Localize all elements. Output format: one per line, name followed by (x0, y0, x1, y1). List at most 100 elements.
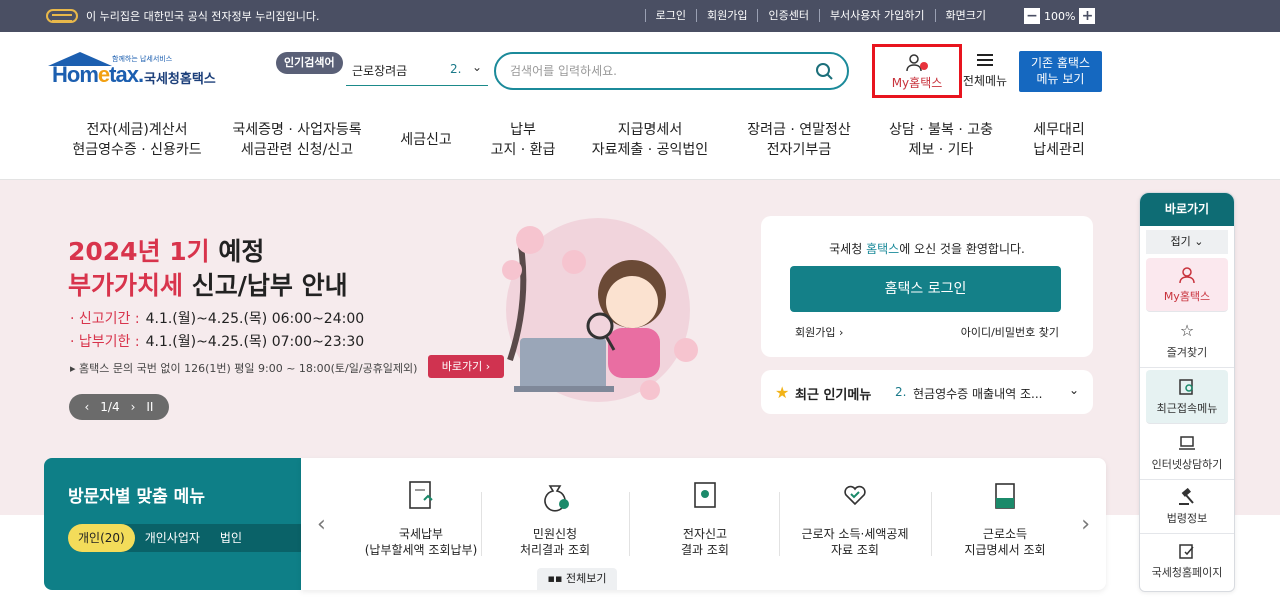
my-hometax-label: My홈택스 (891, 76, 943, 90)
top-link-cert[interactable]: 인증센터 (757, 9, 818, 22)
recent-search-icon (1179, 379, 1193, 395)
join-link[interactable]: 회원가입 › (795, 324, 843, 340)
hero-note: ▸ 홈택스 문의 국번 없이 126(1번) 평일 9:00 ~ 18:00(토… (70, 362, 418, 375)
recent-popular-menu[interactable]: ★ 최근 인기메뉴 2. 현금영수증 매출내역 조... ⌄ (761, 370, 1093, 414)
zoom-out-button[interactable]: − (1024, 8, 1040, 24)
recent-popular-value: 현금영수증 매출내역 조... (913, 387, 1043, 401)
logo-korean: 국세청홈택스 (144, 72, 216, 87)
nav-item-certificate[interactable]: 국세증명 · 사업자등록 세금관련 신청/신고 (222, 120, 372, 160)
logo-wordmark: Hometax. (52, 62, 144, 87)
document-upload-icon (409, 481, 433, 509)
old-menu-button[interactable]: 기존 홈택스 메뉴 보기 (1019, 51, 1102, 92)
gov-emblem-icon (46, 9, 78, 23)
login-panel: 국세청 홈택스에 오신 것을 환영합니다. 홈택스 로그인 회원가입 › 아이디… (761, 216, 1093, 357)
my-hometax-button[interactable]: My홈택스 (872, 44, 962, 98)
chevron-down-icon: ⌄ (472, 60, 483, 74)
quick-item-civil-result[interactable]: 민원신청 처리결과 조회 (481, 480, 629, 558)
quick-item-e-report[interactable]: 전자신고 결과 조회 (631, 480, 779, 558)
carousel-next-button[interactable]: › (1081, 512, 1090, 537)
popular-search-select[interactable]: 근로장려금 2. ⌄ (346, 56, 488, 86)
gov-notice: 이 누리집은 대한민국 공식 전자정부 누리집입니다. (46, 8, 320, 24)
recent-popular-rank: 2. (895, 385, 907, 399)
hometax-login-button[interactable]: 홈택스 로그인 (790, 266, 1061, 312)
top-link-dept-join[interactable]: 부서사용자 가입하기 (818, 9, 935, 22)
welcome-text: 국세청 홈택스에 오신 것을 환영합니다. (829, 242, 1025, 256)
side-item-internet-consult[interactable]: 인터넷상담하기 (1140, 426, 1234, 480)
old-menu-line2: 메뉴 보기 (1036, 72, 1085, 86)
quick-item-tax-payment[interactable]: 국세납부 (납부할세액 조회납부) (347, 480, 495, 558)
hamburger-icon (977, 54, 993, 66)
nav-item-incentive[interactable]: 장려금 · 연말정산 전자기부금 (736, 120, 862, 160)
header: 함께하는 납세서비스 Hometax. 국세청홈택스 인기검색어 근로장려금 2… (0, 32, 1280, 108)
gavel-icon (1179, 488, 1194, 505)
carousel-prev-button[interactable]: ‹ (317, 512, 326, 537)
pager-pause-button[interactable]: II (146, 394, 153, 420)
report-check-icon (694, 482, 716, 508)
quick-item-deduction-data[interactable]: 근로자 소득·세액공제 자료 조회 (781, 480, 929, 558)
view-all-button[interactable]: ▪▪ 전체보기 (537, 568, 617, 590)
top-link-login[interactable]: 로그인 (644, 9, 696, 22)
side-item-favorites[interactable]: ☆ 즐겨찾기 (1140, 314, 1234, 368)
recent-popular-title: 최근 인기메뉴 (795, 388, 872, 403)
side-quick-bar: 바로가기 접기 ⌄ My홈택스 ☆ 즐겨찾기 최근접속메뉴 인터넷상담하기 법령… (1139, 192, 1235, 592)
all-menu-label: 전체메뉴 (962, 74, 1008, 88)
old-menu-line1: 기존 홈택스 (1030, 56, 1090, 70)
gov-notice-text: 이 누리집은 대한민국 공식 전자정부 누리집입니다. (86, 10, 320, 23)
visitor-menu-title: 방문자별 맞춤 메뉴 (68, 487, 205, 507)
side-item-my-hometax[interactable]: My홈택스 (1146, 258, 1228, 312)
side-bar-fold-button[interactable]: 접기 ⌄ (1146, 230, 1228, 254)
laptop-icon (1179, 436, 1195, 450)
nav-item-consult[interactable]: 상담 · 불복 · 고충 제보 · 기타 (876, 120, 1006, 160)
visitor-tabs: 개인(20) 개인사업자 법인 (68, 524, 318, 552)
find-id-password-link[interactable]: 아이디/비밀번호 찾기 (961, 324, 1059, 340)
nav-item-payment[interactable]: 납부 고지 · 환급 (478, 120, 568, 160)
document-icon (995, 483, 1015, 509)
banner-pager: ‹ 1/4 › II (69, 394, 169, 420)
tab-sole-proprietor[interactable]: 개인사업자 (135, 524, 210, 552)
money-bag-icon (544, 485, 569, 512)
main-nav: 전자(세금)계산서 현금영수증 · 신용카드 국세증명 · 사업자등록 세금관련 신… (0, 108, 1280, 180)
grid-icon: ▪▪ (547, 572, 563, 585)
quick-menu-carousel: ‹ › 국세납부 (납부할세액 조회납부) 민원신청 처리결과 조회 전자신고 결과 … (301, 458, 1106, 590)
user-icon (906, 54, 928, 72)
banner-illustration (502, 218, 698, 402)
nav-item-invoice[interactable]: 전자(세금)계산서 현금영수증 · 신용카드 (62, 120, 212, 160)
visitor-menu-panel: 방문자별 맞춤 메뉴 개인(20) 개인사업자 법인 (44, 458, 318, 590)
hero-title-1: 2024년 1기 예정 (68, 237, 265, 266)
popular-term: 근로장려금 (352, 64, 408, 78)
hero-payment-deadline: · 납부기한 :4.1.(월)~4.25.(목) 07:00~23:30 (70, 334, 365, 350)
side-item-recent-menu[interactable]: 최근접속메뉴 (1146, 370, 1228, 424)
side-item-nts-homepage[interactable]: 국세청홈페이지 (1140, 534, 1234, 588)
hero-report-period: · 신고기간 :4.1.(월)~4.25.(목) 06:00~24:00 (70, 311, 365, 327)
hometax-logo[interactable]: 함께하는 납세서비스 Hometax. 국세청홈택스 (46, 52, 226, 96)
user-icon (1179, 267, 1195, 284)
nav-item-statement[interactable]: 지급명세서 자료제출 · 공익법인 (580, 120, 720, 160)
edit-document-icon (1179, 544, 1194, 559)
tab-corporation[interactable]: 법인 (210, 524, 252, 552)
zoom-control: − 100% + (1024, 8, 1096, 24)
gov-top-bar: 이 누리집은 대한민국 공식 전자정부 누리집입니다. 로그인 회원가입 인증센… (0, 0, 1280, 32)
search-icon[interactable] (815, 62, 833, 80)
top-link-screen-size: 화면크기 (934, 9, 996, 22)
nav-item-tax-report[interactable]: 세금신고 (386, 130, 466, 150)
nav-item-agent[interactable]: 세무대리 납세관리 (1020, 120, 1098, 160)
popular-rank: 2. (450, 62, 462, 76)
popular-search-badge: 인기검색어 (276, 52, 343, 74)
zoom-in-button[interactable]: + (1079, 8, 1096, 24)
top-links: 로그인 회원가입 인증센터 부서사용자 가입하기 화면크기 (644, 9, 996, 22)
top-link-join[interactable]: 회원가입 (695, 9, 757, 22)
heart-hand-icon (844, 485, 866, 506)
all-menu-button[interactable]: 전체메뉴 (958, 52, 1012, 89)
zoom-level: 100% (1044, 9, 1076, 23)
search-box (494, 52, 849, 90)
side-item-law-info[interactable]: 법령정보 (1140, 480, 1234, 534)
star-outline-icon: ☆ (1179, 321, 1195, 340)
tab-individual[interactable]: 개인(20) (68, 524, 135, 552)
quick-item-earned-income[interactable]: 근로소득 지급명세서 조회 (931, 480, 1079, 558)
pager-next-button[interactable]: › (131, 394, 136, 420)
pager-prev-button[interactable]: ‹ (84, 394, 89, 420)
star-icon: ★ (775, 383, 790, 402)
pager-status: 1/4 (100, 400, 120, 414)
chevron-down-icon[interactable]: ⌄ (1069, 383, 1079, 397)
search-input[interactable] (510, 62, 800, 80)
